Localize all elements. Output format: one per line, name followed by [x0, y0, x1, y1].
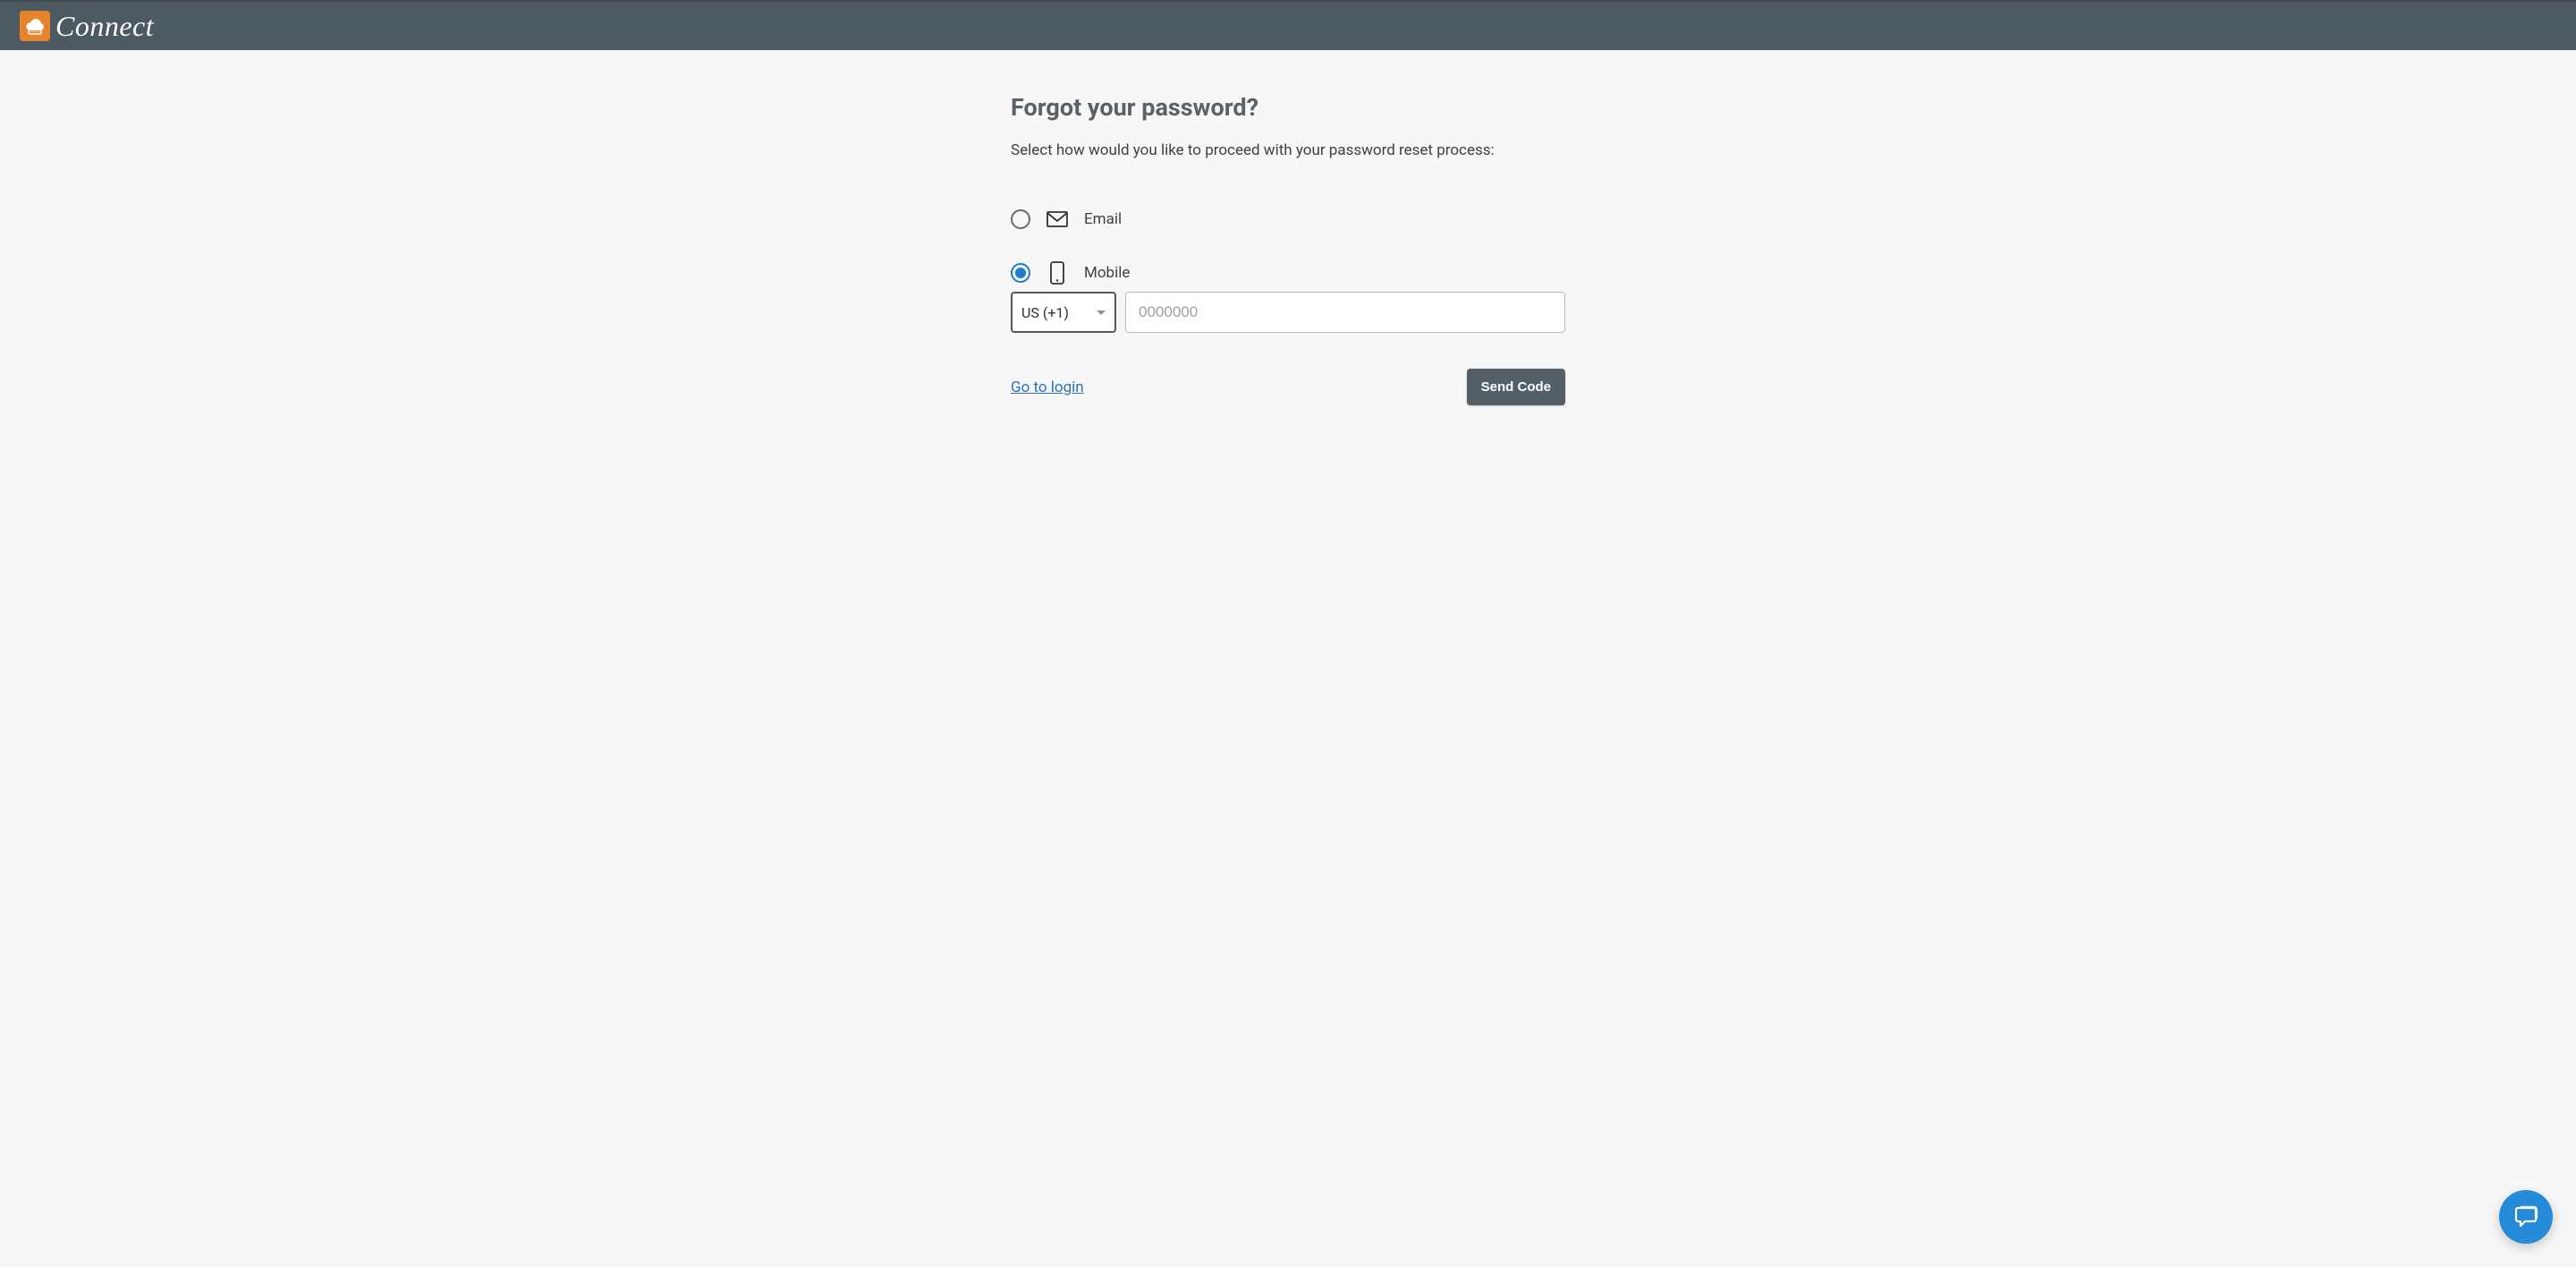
option-email[interactable]: Email [1011, 209, 1565, 229]
country-code-value: US (+1) [1021, 304, 1069, 321]
phone-input-row: US (+1) [1011, 292, 1565, 333]
phone-number-input[interactable] [1125, 292, 1565, 333]
option-mobile[interactable]: Mobile [1011, 261, 1565, 285]
mobile-icon [1046, 261, 1068, 285]
brand-name: Connect [55, 10, 154, 43]
main-content: Forgot your password? Select how would y… [1002, 50, 1574, 405]
page-subtitle: Select how would you like to proceed wit… [1011, 141, 1565, 159]
chat-icon [2512, 1203, 2539, 1230]
go-to-login-link[interactable]: Go to login [1011, 378, 1084, 396]
chat-widget-button[interactable] [2499, 1190, 2553, 1244]
radio-email[interactable] [1011, 209, 1030, 229]
chevron-down-icon [1097, 310, 1106, 315]
radio-mobile[interactable] [1011, 263, 1030, 283]
app-header: Connect [0, 0, 2576, 50]
action-row: Go to login Send Code [1011, 369, 1565, 405]
brand-logo-icon [20, 11, 50, 41]
option-email-label: Email [1084, 210, 1122, 228]
country-code-select[interactable]: US (+1) [1011, 292, 1116, 333]
page-title: Forgot your password? [1011, 93, 1565, 122]
send-code-button[interactable]: Send Code [1467, 369, 1565, 405]
email-icon [1046, 211, 1068, 227]
option-mobile-label: Mobile [1084, 264, 1130, 282]
